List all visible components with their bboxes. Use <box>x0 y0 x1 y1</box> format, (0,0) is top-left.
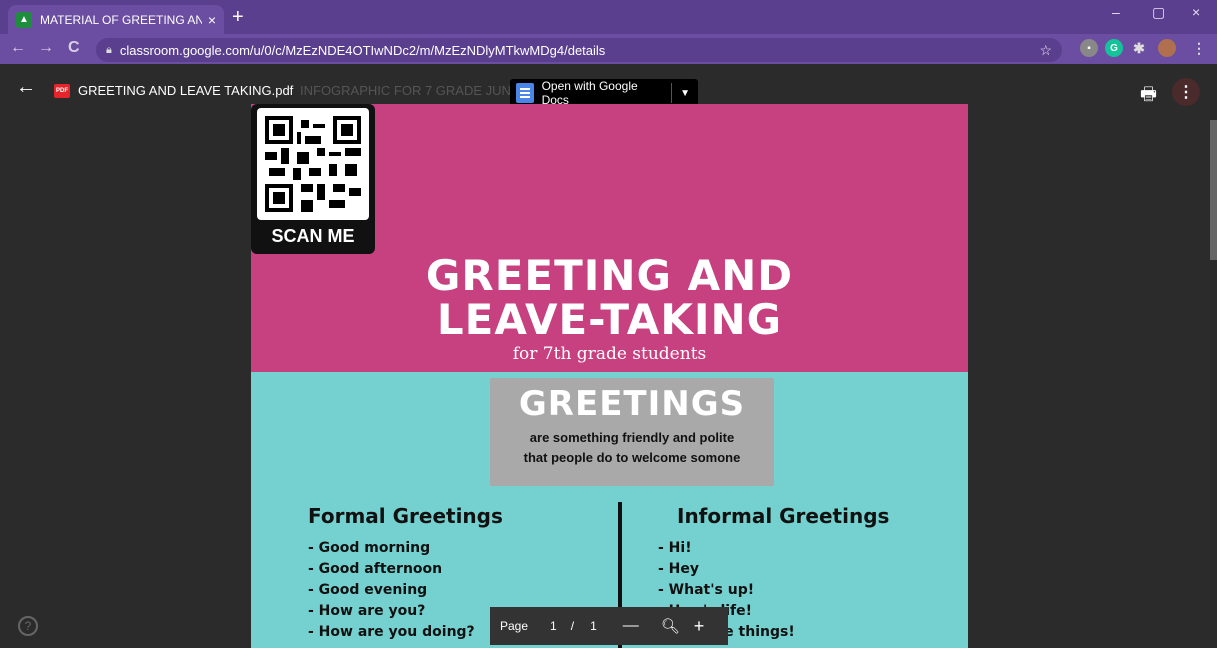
extensions-puzzle-icon[interactable]: ✱ <box>1130 39 1148 57</box>
list-item: - Good afternoon <box>308 561 443 577</box>
classroom-favicon-icon: ▲ <box>16 11 32 28</box>
lock-icon: 🔒︎ <box>106 43 112 56</box>
bookmark-star-icon[interactable]: ☆ <box>1039 42 1052 59</box>
zoom-in-icon[interactable]: + <box>694 616 705 637</box>
banner-title: GREETINGS <box>518 384 746 424</box>
page-label: Page <box>500 619 529 633</box>
current-page-input[interactable]: 1 <box>550 619 557 633</box>
new-tab-button[interactable]: + <box>232 6 244 29</box>
minimize-icon[interactable]: – <box>1112 4 1120 20</box>
list-item: - Hey <box>658 561 700 577</box>
page-controls: Page 1 / 1 — 🔍︎ + <box>490 607 728 645</box>
extension-chat-icon[interactable]: ▪ <box>1080 39 1098 57</box>
open-with-label: Open with Google Docs <box>541 79 638 107</box>
tab-title: MATERIAL OF GREETING AND LE <box>40 12 202 27</box>
maximize-icon[interactable]: ▢ <box>1152 4 1165 21</box>
list-item: - Hi! <box>658 540 692 556</box>
url-bar[interactable]: 🔒︎ classroom.google.com/u/0/c/MzEzNDE4OT… <box>96 38 1062 62</box>
list-item: - What's up! <box>658 582 755 598</box>
open-with-google-docs-button[interactable]: Open with Google Docs ▼ <box>510 79 698 107</box>
browser-tab[interactable]: ▲ MATERIAL OF GREETING AND LE × <box>8 5 224 34</box>
button-separator <box>671 83 673 103</box>
viewer-back-icon[interactable]: ← <box>16 76 36 99</box>
more-options-icon[interactable]: ⋮ <box>1172 78 1200 106</box>
help-icon[interactable]: ? <box>18 616 38 636</box>
profile-avatar[interactable] <box>1158 39 1176 57</box>
google-docs-icon <box>516 83 534 103</box>
qr-code-icon <box>257 108 369 220</box>
browser-back-icon[interactable]: ← <box>10 39 26 57</box>
background-title: INFOGRAPHIC FOR 7 GRADE JUNI... <box>300 83 526 98</box>
browser-tab-bar: ▲ MATERIAL OF GREETING AND LE × + – ▢ × <box>0 0 1217 34</box>
informal-greetings-heading: Informal Greetings <box>677 504 890 528</box>
list-item: - How are you? <box>308 603 426 619</box>
total-pages: 1 <box>590 619 597 633</box>
grammarly-icon[interactable]: G <box>1105 39 1123 57</box>
document-title: GREETING AND LEAVE-TAKING <box>425 251 794 344</box>
zoom-out-icon[interactable]: — <box>623 617 639 635</box>
list-item: - How are you doing? <box>308 624 475 640</box>
document-subtitle: for 7th grade students <box>512 344 707 364</box>
formal-greetings-list: - Good morning - Good afternoon - Good e… <box>308 538 475 643</box>
zoom-magnifier-icon: 🔍︎ <box>660 618 680 635</box>
banner-text: are something friendly and polite that p… <box>523 430 741 465</box>
list-item: - Good morning <box>308 540 431 556</box>
tab-close-icon[interactable]: × <box>208 12 216 28</box>
window-close-icon[interactable]: × <box>1192 4 1200 20</box>
file-title: GREETING AND LEAVE TAKING.pdf <box>78 83 294 98</box>
reload-icon[interactable]: C <box>68 39 80 57</box>
chevron-down-icon[interactable]: ▼ <box>680 88 690 99</box>
url-text: classroom.google.com/u/0/c/MzEzNDE4OTIwN… <box>119 42 606 58</box>
qr-code-card: SCAN ME <box>251 104 375 254</box>
list-item: - Good evening <box>308 582 428 598</box>
pdf-page: SCAN ME GREETING AND LEAVE-TAKING for 7t… <box>251 104 968 648</box>
address-bar-row: ← → C 🔒︎ classroom.google.com/u/0/c/MzEz… <box>0 34 1217 64</box>
scrollbar-thumb[interactable] <box>1210 120 1217 260</box>
qr-label: SCAN ME <box>271 226 355 246</box>
browser-forward-icon[interactable]: → <box>38 39 54 57</box>
formal-greetings-heading: Formal Greetings <box>308 504 503 528</box>
pdf-icon: PDF <box>54 84 70 98</box>
page-separator: / <box>570 619 575 633</box>
print-icon[interactable]: 🖶︎ <box>1140 82 1157 112</box>
greetings-banner: GREETINGS are something friendly and pol… <box>490 378 774 486</box>
browser-menu-icon[interactable]: ⋮ <box>1190 39 1208 57</box>
